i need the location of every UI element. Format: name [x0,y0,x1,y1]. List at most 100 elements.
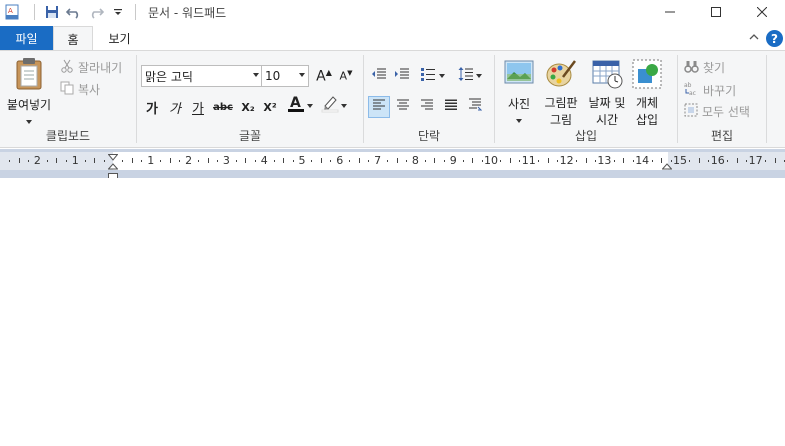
ruler-tick-mark [500,160,502,162]
help-button[interactable]: ? [766,30,783,47]
paint-palette-icon [545,59,577,92]
customize-qat-dropdown-icon[interactable] [107,1,129,23]
ruler-tick-mark [472,158,474,163]
paste-button[interactable]: 붙여넣기 [4,57,54,124]
tab-view[interactable]: 보기 [93,26,146,50]
svg-text:A: A [290,95,301,111]
align-right-button[interactable] [416,96,438,118]
tab-file[interactable]: 파일 [0,26,53,50]
ruler-tick-mark [727,160,729,162]
ruler[interactable]: 2 1 1 2 3 4 5 6 7 8 9 10 11 12 13 14 15 16 17 [0,152,785,179]
maximize-button[interactable] [693,0,739,24]
ruler-tick-mark [661,158,663,163]
cut-button[interactable]: 잘라내기 [60,59,122,76]
ruler-tick-mark [254,160,256,162]
ruler-tick-label: 7 [374,154,382,167]
ruler-tick-label: 16 [710,154,725,167]
ruler-tick-mark [746,160,748,162]
insert-picture-button[interactable]: 사진 [501,59,537,123]
ruler-tick-mark [387,160,389,162]
increase-indent-icon [394,67,410,85]
copy-button[interactable]: 복사 [60,81,100,98]
font-size-dropdown-arrow-icon [299,73,305,77]
date-time-button[interactable]: 날짜 및 시간 [584,59,630,128]
shrink-font-button[interactable]: A▼ [335,65,357,87]
increase-indent-button[interactable] [391,65,413,87]
svg-text:A: A [8,7,13,15]
text-color-button[interactable]: A [285,95,315,117]
ruler-tick-mark [131,158,133,163]
save-icon[interactable] [41,1,63,23]
window-title: 문서 - 워드패드 [148,5,227,20]
paragraph-group-label: 단락 [417,129,441,143]
wordpad-app-icon[interactable]: A [4,3,22,21]
select-all-button[interactable]: 모두 선택 [684,103,750,120]
ruler-tick-label: 13 [597,154,612,167]
ruler-tick-label: 6 [336,154,344,167]
ruler-tick-mark [576,160,578,162]
highlighter-icon [321,94,339,118]
line-spacing-button[interactable] [454,65,486,87]
scissors-icon [60,59,74,76]
font-family-dropdown-arrow-icon [253,73,259,77]
replace-button[interactable]: ab ac 바꾸기 [684,81,736,99]
highlight-color-button[interactable] [319,95,349,117]
ruler-tick-mark [179,160,181,162]
ruler-tick-mark [320,158,322,163]
grow-font-button[interactable]: A▲ [313,65,335,87]
bold-button[interactable]: 가 [141,96,163,118]
minimize-ribbon-chevron-icon[interactable] [747,30,761,44]
underline-button[interactable]: 가 [187,96,209,118]
tab-home[interactable]: 홈 [53,26,93,51]
document-editing-area[interactable] [0,178,785,446]
decrease-indent-button[interactable] [368,65,390,87]
minimize-button[interactable] [647,0,693,24]
find-button[interactable]: 찾기 [684,59,725,76]
ruler-tick-label: 8 [411,154,419,167]
subscript-button[interactable]: X₂ [237,96,259,118]
ruler-tick-mark [311,160,313,162]
ruler-tick-label: 1 [147,154,155,167]
binoculars-icon [684,60,699,76]
clipboard-group-label: 클립보드 [45,129,91,143]
ruler-tick-label: 12 [559,154,574,167]
ruler-tick-mark [509,158,511,163]
ruler-tick-mark [670,160,672,162]
italic-button[interactable]: 가 [164,96,186,118]
ruler-tick-mark [141,160,143,162]
justify-button[interactable] [440,96,462,118]
paint-drawing-button[interactable]: 그림판 그림 [539,59,583,128]
insert-object-button[interactable]: 개체 삽입 [629,59,665,128]
ribbon-tabs: 파일 홈 보기 ? [0,26,785,51]
ruler-tick-mark [434,158,436,163]
text-color-dropdown-arrow-icon [307,104,313,108]
select-all-label: 모두 선택 [702,105,750,119]
ruler-tick-mark [65,160,67,162]
ruler-tick-label: 9 [449,154,457,167]
strikethrough-button[interactable]: abc [212,96,234,118]
bullet-list-button[interactable] [416,65,448,87]
picture-icon [504,59,534,90]
align-center-button[interactable] [392,96,414,118]
redo-icon[interactable] [85,1,107,23]
ribbon-home: 붙여넣기 잘라내기 복사 클립보드 맑은 고딕 10 A▲ A▼ 가 가 가 a… [0,50,785,148]
font-size-select[interactable]: 10 [261,65,309,87]
separator [135,4,136,20]
group-editing: 찾기 ab ac 바꾸기 모두 선택 편집 [678,51,766,147]
ruler-tick-mark [84,160,86,162]
close-button[interactable] [739,0,785,24]
align-left-button[interactable] [368,96,390,118]
superscript-button[interactable]: X² [259,96,281,118]
quick-access-toolbar: A [0,0,142,24]
right-indent-marker[interactable] [661,161,673,175]
ruler-tick-label: 1 [71,154,79,167]
paragraph-settings-button[interactable] [464,96,486,118]
font-family-select[interactable]: 맑은 고딕 [141,65,263,87]
grow-font-icon: A▲ [316,67,332,85]
calendar-clock-icon [591,59,623,92]
ruler-tick-mark [207,158,209,163]
justify-icon [444,99,458,115]
insert-object-label-line1: 개체 [635,96,659,110]
ruler-tick-label: 5 [298,154,306,167]
undo-icon[interactable] [63,1,85,23]
